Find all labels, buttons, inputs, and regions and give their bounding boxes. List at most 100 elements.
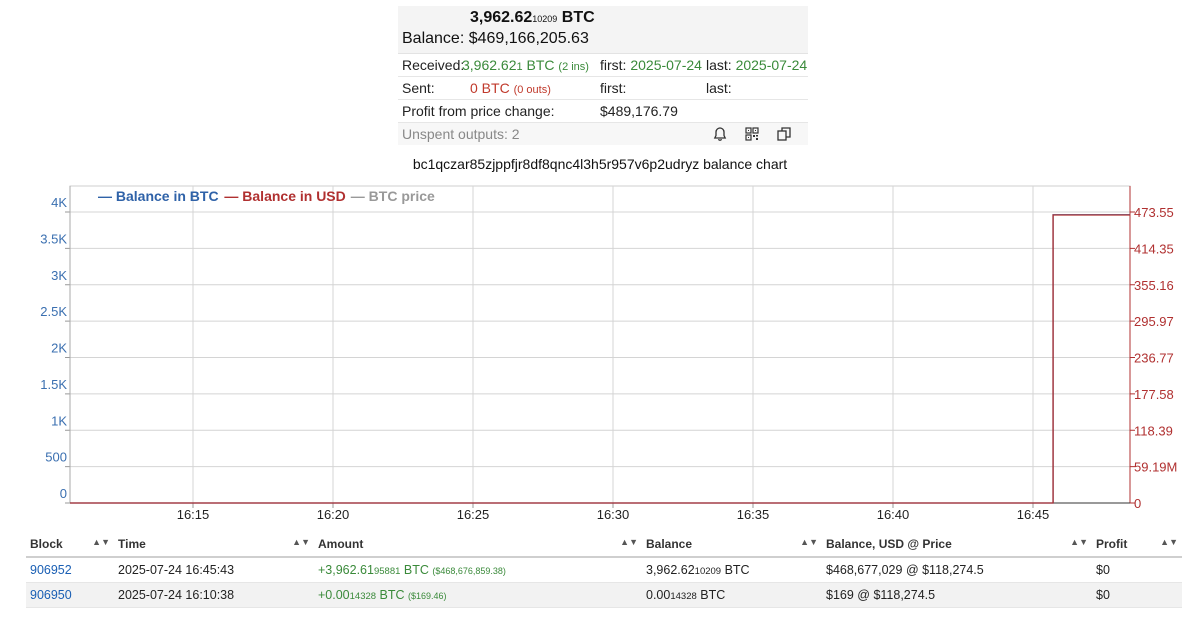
y-left-tick-label: 2K [51,341,67,356]
balance-unit: BTC [721,563,750,577]
sort-icon[interactable]: ▲▼ [800,537,818,547]
received-last-date: 2025-07-24 [735,57,808,73]
btc-balance: 3,962.6210209 BTC [402,8,804,29]
received-unit: BTC [522,57,555,73]
y-right-tick-label: 295.97 [1134,314,1174,329]
tx-balance-usd: $169 @ $118,274.5 [822,582,1092,608]
tx-profit: $0 [1092,582,1182,608]
table-row: 906952 2025-07-24 16:45:43 +3,962.619588… [26,557,1182,583]
y-right-tick-label: 0 [1134,496,1141,511]
y-right-tick-label: 473.55 [1134,205,1174,220]
received-row: Received: 3,962.621 BTC (2 ins) first: 2… [398,54,808,77]
received-first-label: first: [600,57,627,73]
plot-frame [69,185,1131,504]
sent-amount: 0 BTC [470,80,510,96]
x-tick-label: 16:25 [457,507,490,520]
copy-icon[interactable] [776,126,792,142]
balance-main: 0.00 [646,588,671,602]
sort-icon[interactable]: ▲▼ [292,537,310,547]
col-balance-usd-label: Balance, USD @ Price [826,537,952,551]
y-right-tick-label: 59.19M [1134,460,1177,475]
legend-item: — Balance in BTC [98,188,219,204]
received-main: 3,962.62 [462,57,517,73]
legend-item: — BTC price [351,188,435,204]
btc-balance-main: 3,962.62 [470,9,533,26]
col-amount[interactable]: Amount ▲▼ [314,532,642,558]
tx-time: 2025-07-24 16:45:43 [114,557,314,583]
received-last-label: last: [706,57,732,73]
btc-balance-small: 10209 [532,14,558,24]
chart-series [70,214,1130,504]
chart-title: bc1qczar85zjppfjr8df8qnc4l3h5r957v6p2udr… [412,156,788,172]
y-right-tick-label: 355.16 [1134,278,1174,293]
balance-label: Balance: [402,30,465,47]
y-right-tick-label: 118.39 [1134,423,1173,438]
tx-balance: 3,962.6210209 BTC [642,557,822,583]
x-tick-label: 16:35 [737,507,770,520]
received-ins: (2 ins) [558,61,589,73]
balance-usd-value: $469,166,205.63 [468,30,589,47]
col-balance-label: Balance [646,537,693,551]
series-line-btc [70,214,1130,504]
sent-row: Sent: 0 BTC (0 outs) first: last: [398,77,808,100]
y-left-tick-label: 1K [51,413,67,428]
col-time[interactable]: Time ▲▼ [114,532,314,558]
col-balance[interactable]: Balance ▲▼ [642,532,822,558]
y-left-tick-label: 3K [51,268,67,283]
qr-code-icon[interactable] [744,126,760,142]
transactions-table: Block ▲▼ Time ▲▼ Amount ▲▼ Balance ▲▼ Balanc… [26,532,1182,608]
unspent-outputs[interactable]: Unspent outputs: 2 [398,123,598,145]
profit-label: Profit from price change: [402,103,555,119]
sent-label: Sent: [402,80,435,96]
balance-small: 14328 [670,591,697,602]
profit-value: $489,176.79 [600,103,678,119]
chart-legend: — Balance in BTC — Balance in USD — BTC pr… [98,188,435,204]
tx-profit: $0 [1092,557,1182,583]
amount-unit: BTC [400,563,429,577]
y-left-tick-label: 1.5K [40,377,67,392]
legend-item: — Balance in USD [224,188,345,204]
amount-unit: BTC [376,588,405,602]
x-tick-label: 16:40 [877,507,910,520]
sent-outs: (0 outs) [513,84,551,96]
btc-balance-unit: BTC [561,9,595,26]
y-left-tick-label: 3.5K [40,231,67,246]
tx-balance-usd: $468,677,029 @ $118,274.5 [822,557,1092,583]
y-left-tick-label: 0 [60,486,67,501]
block-link[interactable]: 906952 [30,563,72,577]
address-summary-card: 3,962.6210209 BTC Balance: $469,166,205.… [398,6,808,145]
bell-icon[interactable] [712,126,728,142]
col-balance-usd[interactable]: Balance, USD @ Price ▲▼ [822,532,1092,558]
tx-amount: +0.0014328 BTC ($169.46) [314,582,642,608]
x-tick-label: 16:15 [177,507,210,520]
chart-grid [69,185,1131,504]
y-left-tick-label: 4K [51,195,67,210]
col-block-label: Block [30,537,63,551]
amount-main: +0.00 [318,588,350,602]
block-link[interactable]: 906950 [30,588,72,602]
balance-small: 10209 [694,566,722,577]
col-profit[interactable]: Profit ▲▼ [1092,532,1182,558]
received-label: Received: [402,57,465,73]
chart-axes: 0 0 500 59.19M 1K 118.39 1.5K 177.58 2K 236.77 2.5… [40,186,1177,520]
received-value: 3,962.621 BTC (2 ins) [462,54,600,76]
sent-value: 0 BTC (0 outs) [462,77,600,99]
sort-icon[interactable]: ▲▼ [1160,537,1178,547]
series-line-usd [70,214,1130,504]
table-header-row: Block ▲▼ Time ▲▼ Amount ▲▼ Balance ▲▼ Balanc… [26,532,1182,558]
balance-chart: 0 0 500 59.19M 1K 118.39 1.5K 177.58 2K 236.77 2.5… [40,185,1177,520]
sort-icon[interactable]: ▲▼ [620,537,638,547]
tx-amount: +3,962.6195881 BTC ($468,676,859.38) [314,557,642,583]
col-block[interactable]: Block ▲▼ [26,532,114,558]
sort-icon[interactable]: ▲▼ [1070,537,1088,547]
received-first-date: 2025-07-24 [630,57,702,73]
amount-usd: ($169.46) [408,591,447,601]
sort-icon[interactable]: ▲▼ [92,537,110,547]
col-time-label: Time [118,537,146,551]
table-row: 906950 2025-07-24 16:10:38 +0.0014328 BT… [26,582,1182,608]
x-tick-label: 16:30 [597,507,630,520]
y-left-tick-label: 2.5K [40,304,67,319]
x-tick-label: 16:45 [1017,507,1050,520]
unspent-row: Unspent outputs: 2 [398,123,808,145]
address-actions [598,123,792,145]
